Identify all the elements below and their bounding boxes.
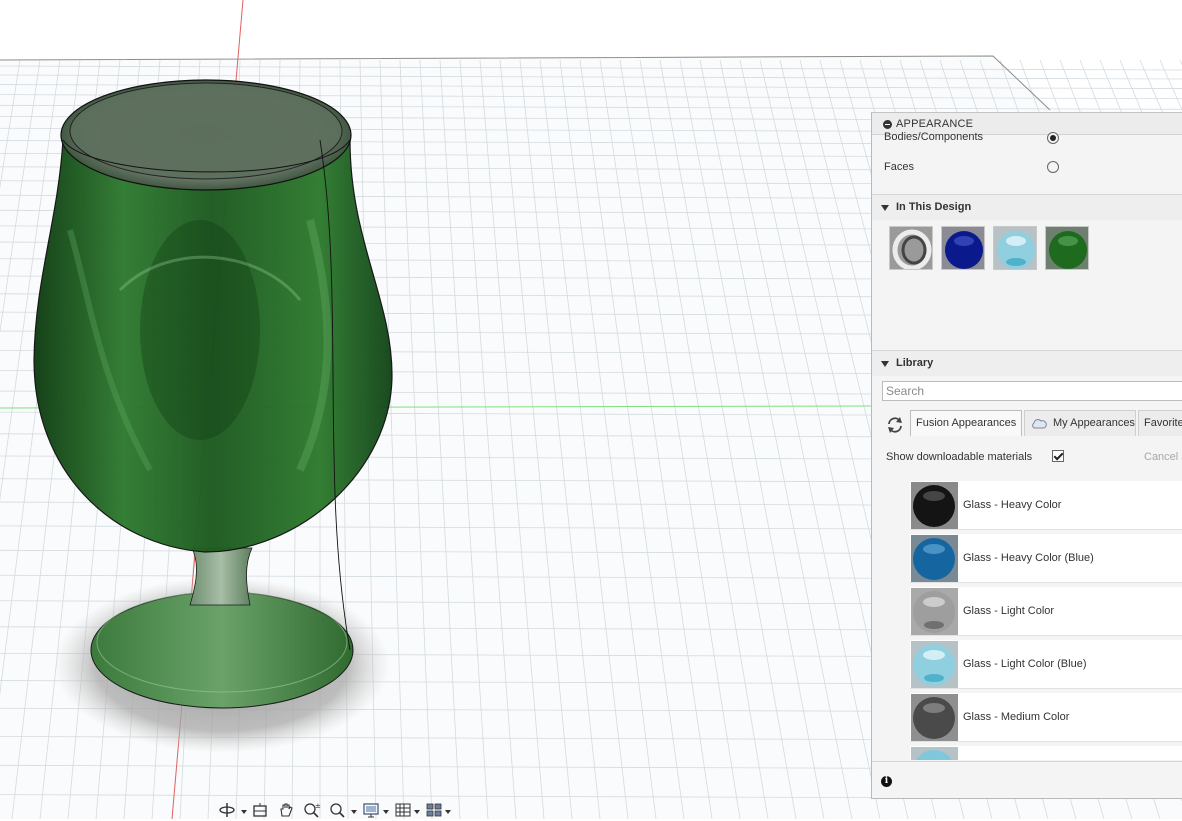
tab-my-appearances[interactable]: My Appearances	[1024, 410, 1136, 436]
panel-title: APPEARANCE	[896, 118, 974, 130]
collapse-icon[interactable]	[883, 120, 892, 129]
material-label: Glass - Light Color (Blue)	[963, 658, 1087, 670]
green-glass-swatch[interactable]	[1045, 226, 1089, 270]
panel-footer: i	[872, 761, 1182, 798]
goblet-stem	[189, 547, 253, 606]
apply-faces-label: Faces	[884, 161, 914, 173]
tab-label: Favorite	[1144, 417, 1182, 429]
cancel-button[interactable]: Cancel a	[1144, 451, 1182, 463]
material-label: Glass - Light Color	[963, 605, 1055, 617]
list-item[interactable]: Glass - Heavy Color	[910, 481, 1182, 530]
blue-glass-swatch[interactable]	[941, 226, 985, 270]
appearance-panel: APPEARANCE Bodies/Components Faces In Th…	[871, 112, 1182, 799]
material-thumbnail	[911, 535, 958, 582]
chevron-down-icon[interactable]	[414, 810, 420, 814]
light-blue-glass-swatch[interactable]	[993, 226, 1037, 270]
goblet-base	[90, 591, 354, 709]
display-settings-icon[interactable]	[362, 802, 380, 818]
material-thumbnail	[911, 747, 958, 760]
library-header[interactable]: Library	[872, 350, 1182, 376]
list-item[interactable]: Glass - Heavy Color (Blue)	[910, 534, 1182, 583]
show-downloadable-label: Show downloadable materials	[886, 451, 1033, 463]
viewports-icon[interactable]	[425, 802, 443, 818]
look-at-icon[interactable]	[251, 802, 269, 818]
zoom-icon[interactable]: ±	[303, 802, 321, 818]
show-downloadable-checkbox[interactable]	[1052, 450, 1064, 462]
material-label: Glass - Medium Color	[963, 711, 1070, 723]
refresh-icon[interactable]	[885, 415, 905, 435]
zoom-window-icon[interactable]	[329, 802, 347, 818]
chevron-down-icon[interactable]	[445, 810, 451, 814]
apply-bodies-label: Bodies/Components	[884, 131, 984, 143]
list-item[interactable]	[910, 746, 1182, 760]
bodies-components-radio[interactable]	[1047, 132, 1059, 144]
pan-icon[interactable]	[277, 802, 295, 818]
material-thumbnail	[911, 694, 958, 741]
library-search-input[interactable]	[882, 381, 1182, 401]
in-this-design-title: In This Design	[896, 201, 972, 213]
chevron-down-icon[interactable]	[351, 810, 357, 814]
library-title: Library	[896, 357, 934, 369]
faces-radio[interactable]	[1047, 161, 1059, 173]
chrome-ring-swatch[interactable]	[889, 226, 933, 270]
material-thumbnail	[911, 641, 958, 688]
svg-text:±: ±	[315, 802, 321, 810]
expand-triangle-icon[interactable]	[881, 205, 889, 211]
list-item[interactable]: Glass - Light Color	[910, 587, 1182, 636]
in-this-design-header[interactable]: In This Design	[872, 194, 1182, 220]
info-icon[interactable]: i	[881, 776, 892, 787]
tab-label: My Appearances	[1053, 417, 1135, 429]
material-thumbnail	[911, 588, 958, 635]
material-list: Glass - Heavy Color Glass - Heavy Color …	[872, 481, 1182, 760]
in-this-design-swatches	[872, 220, 1182, 340]
navigation-toolbar: ±	[216, 799, 456, 819]
list-item[interactable]: Glass - Light Color (Blue)	[910, 640, 1182, 689]
chevron-down-icon[interactable]	[383, 810, 389, 814]
tab-fusion-appearances[interactable]: Fusion Appearances	[910, 410, 1022, 436]
grid-settings-icon[interactable]	[394, 802, 412, 818]
material-label: Glass - Heavy Color (Blue)	[963, 552, 1094, 564]
chevron-down-icon[interactable]	[241, 810, 247, 814]
material-thumbnail	[911, 482, 958, 529]
tab-label: Fusion Appearances	[916, 417, 1017, 429]
orbit-icon[interactable]	[218, 802, 236, 818]
cloud-icon	[1031, 419, 1047, 429]
list-item[interactable]: Glass - Medium Color	[910, 693, 1182, 742]
material-label: Glass - Heavy Color	[963, 499, 1062, 511]
tab-favorites[interactable]: Favorite	[1138, 410, 1182, 436]
expand-triangle-icon[interactable]	[881, 361, 889, 367]
